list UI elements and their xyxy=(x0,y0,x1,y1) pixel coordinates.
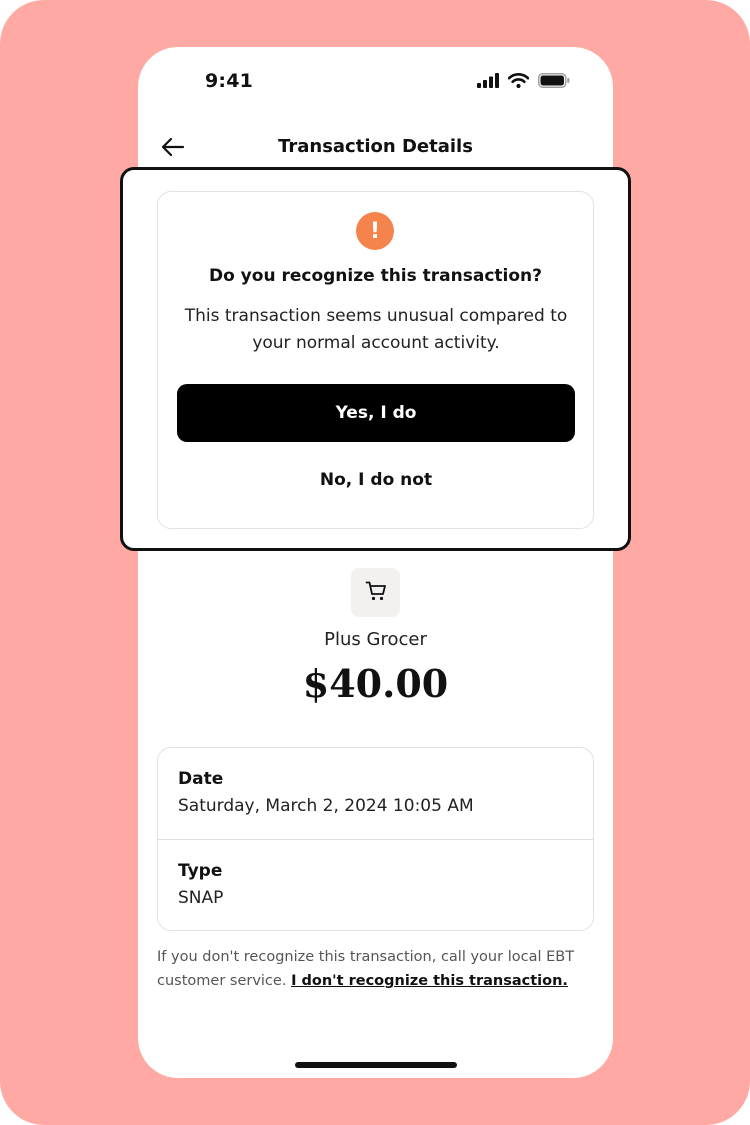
battery-icon xyxy=(538,73,570,92)
divider xyxy=(158,839,593,840)
footer-note: If you don't recognize this transaction,… xyxy=(157,945,587,993)
alert-modal: ! Do you recognize this transaction? Thi… xyxy=(120,167,631,551)
transaction-amount: $40.00 xyxy=(302,661,449,706)
home-indicator xyxy=(295,1062,457,1068)
alert-card: ! Do you recognize this transaction? Thi… xyxy=(157,191,594,529)
signal-icon xyxy=(477,73,499,92)
exclamation-icon: ! xyxy=(356,212,394,250)
detail-label: Date xyxy=(178,769,224,789)
nav-bar: Transaction Details xyxy=(138,127,613,167)
alert-message: This transaction seems unusual compared … xyxy=(184,306,568,353)
report-unrecognized-link[interactable]: I don't recognize this transaction. xyxy=(291,973,568,989)
yes-button[interactable]: Yes, I do xyxy=(177,384,575,442)
status-time: 9:41 xyxy=(205,70,254,92)
page-title: Transaction Details xyxy=(278,136,473,157)
merchant-icon-tile xyxy=(351,568,400,617)
status-bar: 9:41 xyxy=(138,47,613,117)
no-button[interactable]: No, I do not xyxy=(177,457,575,503)
detail-row-date: Date Saturday, March 2, 2024 10:05 AM xyxy=(158,768,593,819)
alert-heading: Do you recognize this transaction? xyxy=(208,266,543,286)
background-canvas: 9:41 Transaction Details Plus Grocer $40… xyxy=(0,0,750,1125)
transaction-details-card: Date Saturday, March 2, 2024 10:05 AM Ty… xyxy=(157,747,594,931)
shopping-cart-icon xyxy=(365,580,387,606)
merchant-name: Plus Grocer xyxy=(324,629,427,650)
detail-row-type: Type SNAP xyxy=(158,860,593,911)
detail-label: Type xyxy=(178,861,223,881)
wifi-icon xyxy=(507,73,530,92)
detail-value: Saturday, March 2, 2024 10:05 AM xyxy=(178,796,474,816)
detail-value: SNAP xyxy=(178,888,224,908)
status-icons xyxy=(477,73,570,92)
